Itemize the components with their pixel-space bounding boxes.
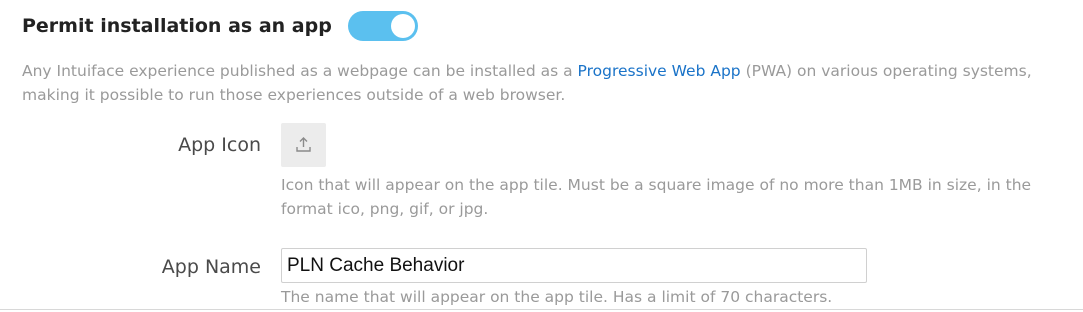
section-title: Permit installation as an app: [22, 15, 332, 37]
description-text-start: Any Intuiface experience published as a …: [22, 62, 578, 80]
app-icon-label: App Icon: [178, 134, 261, 156]
pwa-link[interactable]: Progressive Web App: [578, 62, 741, 80]
divider: [0, 309, 1083, 310]
section-description: Any Intuiface experience published as a …: [22, 59, 1062, 107]
app-icon-upload-button[interactable]: [281, 123, 326, 167]
permit-install-toggle[interactable]: [348, 11, 418, 41]
app-name-input[interactable]: [281, 248, 867, 283]
app-name-hint: The name that will appear on the app til…: [281, 288, 833, 306]
toggle-knob: [391, 14, 415, 38]
app-icon-hint: Icon that will appear on the app tile. M…: [281, 176, 1032, 218]
upload-icon: [296, 137, 311, 152]
app-name-label: App Name: [161, 256, 261, 278]
